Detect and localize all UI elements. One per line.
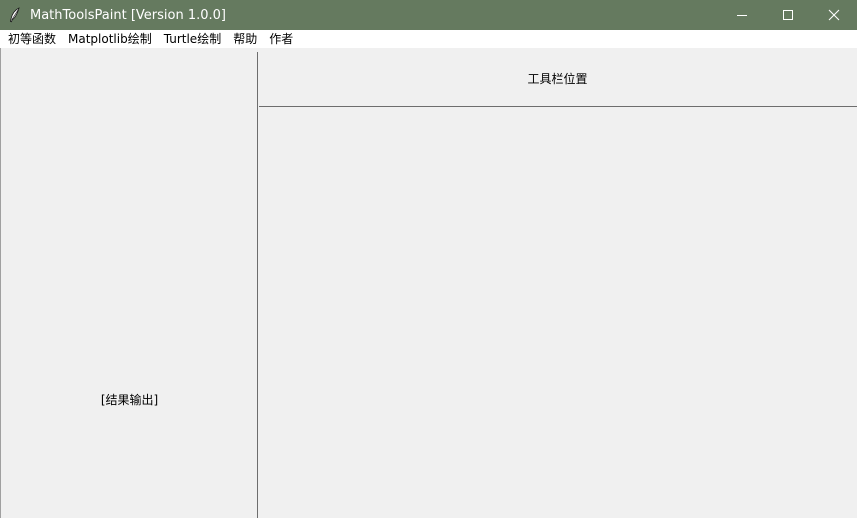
feather-icon <box>0 0 30 30</box>
toolbar-position-label: 工具栏位置 <box>527 72 588 86</box>
minimize-button[interactable] <box>719 0 765 30</box>
menu-turtle-draw[interactable]: Turtle绘制 <box>158 30 227 48</box>
close-button[interactable] <box>811 0 857 30</box>
maximize-button[interactable] <box>765 0 811 30</box>
title-bar[interactable]: MathToolsPaint [Version 1.0.0] <box>0 0 857 30</box>
menu-elementary-functions[interactable]: 初等函数 <box>2 30 62 48</box>
toolbar-divider <box>259 106 857 107</box>
close-icon <box>828 9 840 21</box>
menu-help[interactable]: 帮助 <box>227 30 263 48</box>
menu-matplotlib-draw[interactable]: Matplotlib绘制 <box>62 30 158 48</box>
result-output-panel: [结果输出] <box>0 48 257 518</box>
app-window: MathToolsPaint [Version 1.0.0] 初等函数 Matp… <box>0 0 857 518</box>
menu-bar: 初等函数 Matplotlib绘制 Turtle绘制 帮助 作者 <box>0 30 857 48</box>
window-title: MathToolsPaint [Version 1.0.0] <box>30 7 227 23</box>
maximize-icon <box>783 10 793 20</box>
result-output-label: [结果输出] <box>100 393 159 407</box>
minimize-icon <box>737 15 747 16</box>
window-controls <box>719 0 857 30</box>
menu-author[interactable]: 作者 <box>263 30 299 48</box>
drawing-panel: 工具栏位置 <box>258 48 857 518</box>
